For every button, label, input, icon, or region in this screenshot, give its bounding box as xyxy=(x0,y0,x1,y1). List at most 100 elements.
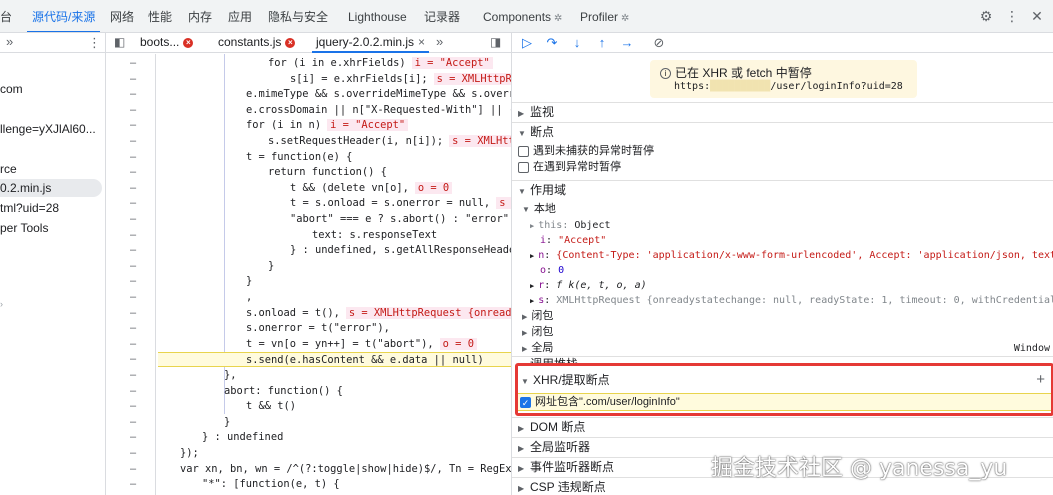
code-text: "abort" === e ? s.abort() : "error" === xyxy=(290,213,511,225)
step-icon[interactable]: → xyxy=(618,35,636,51)
xhr-breakpoint-item[interactable]: ✓ 网址包含".com/user/loginInfo" xyxy=(518,393,1051,411)
scope-global-value: Window xyxy=(1013,343,1050,354)
gutter-mark[interactable]: – xyxy=(130,196,136,211)
nav-item-selected[interactable]: 0.2.min.js xyxy=(0,179,102,197)
scope-var-n[interactable]: ▶ n: {Content-Type: 'application/x-www-fo… xyxy=(530,248,1053,263)
add-breakpoint-icon[interactable]: + xyxy=(1036,371,1045,389)
gutter-mark[interactable]: – xyxy=(130,384,136,399)
tab-lighthouse[interactable]: Lighthouse xyxy=(348,0,407,32)
gutter-mark[interactable]: – xyxy=(130,56,136,71)
deactivate-breakpoints-icon[interactable]: ⊘ xyxy=(650,35,668,51)
tab-profiler[interactable]: Profiler ✲ xyxy=(580,0,629,32)
scope-var-o[interactable]: o: 0 xyxy=(540,263,564,278)
gutter-mark[interactable]: – xyxy=(130,399,136,414)
file-tab-bootstrap[interactable]: boots... × xyxy=(140,33,194,53)
nav-item[interactable]: com xyxy=(0,80,105,98)
file-tab-jquery[interactable]: jquery-2.0.2.min.js × xyxy=(312,33,430,53)
gutter-mark[interactable]: – xyxy=(130,212,136,227)
nav-item[interactable]: rce xyxy=(0,160,105,178)
gutter-mark[interactable]: – xyxy=(130,337,136,352)
scope-global[interactable]: ▶ 全局 Window xyxy=(522,341,1053,356)
gutter-mark[interactable]: – xyxy=(130,352,136,367)
code-line: abort: function() { xyxy=(158,384,511,399)
close-tab-icon[interactable]: × xyxy=(418,35,425,49)
toggle-navigator-icon[interactable]: ◧ xyxy=(114,35,125,49)
close-tab-icon[interactable]: × xyxy=(285,37,296,48)
pause-caught-option[interactable]: 在遇到异常时暂停 xyxy=(518,160,621,175)
section-scope[interactable]: ▼ 作用域 xyxy=(512,180,1053,198)
settings-gear-icon[interactable]: ⚙ xyxy=(977,8,995,24)
gutter-mark[interactable]: – xyxy=(130,306,136,321)
close-devtools-icon[interactable]: ✕ xyxy=(1028,8,1046,24)
resume-icon[interactable]: ▷ xyxy=(518,35,536,51)
file-tab-constants[interactable]: constants.js × xyxy=(218,33,296,53)
scope-var-this[interactable]: ▶ this: Object xyxy=(530,218,610,233)
scope-var-r[interactable]: ▶ r: f k(e, t, o, a) xyxy=(530,278,647,293)
gutter-mark[interactable]: – xyxy=(130,477,136,492)
inline-value-badge: i = "Accept" xyxy=(327,119,409,131)
code-text: s.onload = t(), xyxy=(246,307,340,319)
close-tab-icon[interactable]: × xyxy=(183,37,194,48)
step-over-icon[interactable]: ↷ xyxy=(543,35,561,51)
section-breakpoints[interactable]: ▼ 断点 xyxy=(512,122,1053,140)
scope-closure[interactable]: ▶ 闭包 xyxy=(522,325,553,340)
scope-closure[interactable]: ▶ 闭包 xyxy=(522,309,553,324)
nav-item[interactable]: tml?uid=28 xyxy=(0,199,105,217)
more-tabs-icon[interactable]: » xyxy=(436,34,443,49)
gutter-mark[interactable]: – xyxy=(130,150,136,165)
gutter-mark[interactable]: – xyxy=(130,165,136,180)
checkbox[interactable] xyxy=(518,161,529,173)
gutter-mark[interactable]: – xyxy=(130,118,136,133)
gutter-mark[interactable]: – xyxy=(130,228,136,243)
checked-checkbox-icon[interactable]: ✓ xyxy=(520,396,531,408)
tab-performance[interactable]: 性能 xyxy=(148,0,172,32)
gutter-mark[interactable]: – xyxy=(130,243,136,258)
gutter-mark[interactable]: – xyxy=(130,259,136,274)
code-text: }, xyxy=(224,369,237,381)
gutter-mark[interactable]: – xyxy=(130,72,136,87)
gutter-mark[interactable]: – xyxy=(130,430,136,445)
section-xhr-breakpoints[interactable]: ▼ XHR/提取断点 + xyxy=(518,371,1051,389)
tab-components[interactable]: Components ✲ xyxy=(483,0,562,32)
step-out-icon[interactable]: ↑ xyxy=(593,35,611,51)
gutter-mark[interactable]: – xyxy=(130,462,136,477)
scope-var-i[interactable]: i: "Accept" xyxy=(540,233,606,248)
gutter-mark[interactable]: – xyxy=(130,368,136,383)
tab-sources[interactable]: 源代码/来源 xyxy=(27,0,101,32)
tab-privacy-security[interactable]: 隐私与安全 xyxy=(268,0,328,32)
expand-arrow-icon: ▶ xyxy=(522,346,528,353)
pause-uncaught-option[interactable]: 遇到未捕获的异常时暂停 xyxy=(518,144,654,159)
inline-value-badge: s = XMLHttpRequest {onreadys xyxy=(345,307,511,319)
gutter-mark[interactable]: – xyxy=(130,290,136,305)
nav-item[interactable]: per Tools xyxy=(0,219,105,237)
tab-network[interactable]: 网络 xyxy=(110,0,134,32)
tab-console[interactable]: 台 xyxy=(0,0,12,32)
more-options-icon[interactable]: ⋮ xyxy=(1003,8,1021,24)
section-dom-breakpoints[interactable]: ▶ DOM 断点 xyxy=(512,417,1053,435)
tab-memory[interactable]: 内存 xyxy=(188,0,212,32)
gutter-mark[interactable]: – xyxy=(130,87,136,102)
step-into-icon[interactable]: ↓ xyxy=(568,35,586,51)
checkbox[interactable] xyxy=(518,145,529,157)
code-line: text: s.responseText xyxy=(158,228,511,243)
more-options-icon[interactable]: ⋮ xyxy=(88,35,101,51)
gutter-mark[interactable]: – xyxy=(130,274,136,289)
gutter-mark[interactable]: – xyxy=(130,321,136,336)
navigator-toolbar: » ⋮ xyxy=(0,33,105,53)
gutter-mark[interactable]: – xyxy=(130,181,136,196)
code-text: t = function(e) { xyxy=(246,151,353,163)
gutter-mark[interactable]: – xyxy=(130,415,136,430)
gutter-mark[interactable]: – xyxy=(130,103,136,118)
chevrons-right-icon[interactable]: » xyxy=(6,34,13,49)
gutter-mark[interactable]: – xyxy=(130,134,136,149)
section-watch[interactable]: ▶ 监视 xyxy=(512,102,1053,120)
scope-var-s[interactable]: ▶ s: XMLHttpRequest {onreadystatechange: … xyxy=(530,293,1053,308)
expand-arrow-icon[interactable]: › xyxy=(0,299,3,309)
tab-recorder[interactable]: 记录器 xyxy=(424,0,460,32)
tab-application[interactable]: 应用 xyxy=(228,0,252,32)
scope-local[interactable]: ▼ 本地 xyxy=(522,202,556,217)
toggle-debugger-icon[interactable]: ◨ xyxy=(490,35,501,49)
var-value: Object xyxy=(574,220,611,231)
nav-item[interactable]: llenge=yXJlAl60... xyxy=(0,120,105,138)
gutter-mark[interactable]: – xyxy=(130,446,136,461)
